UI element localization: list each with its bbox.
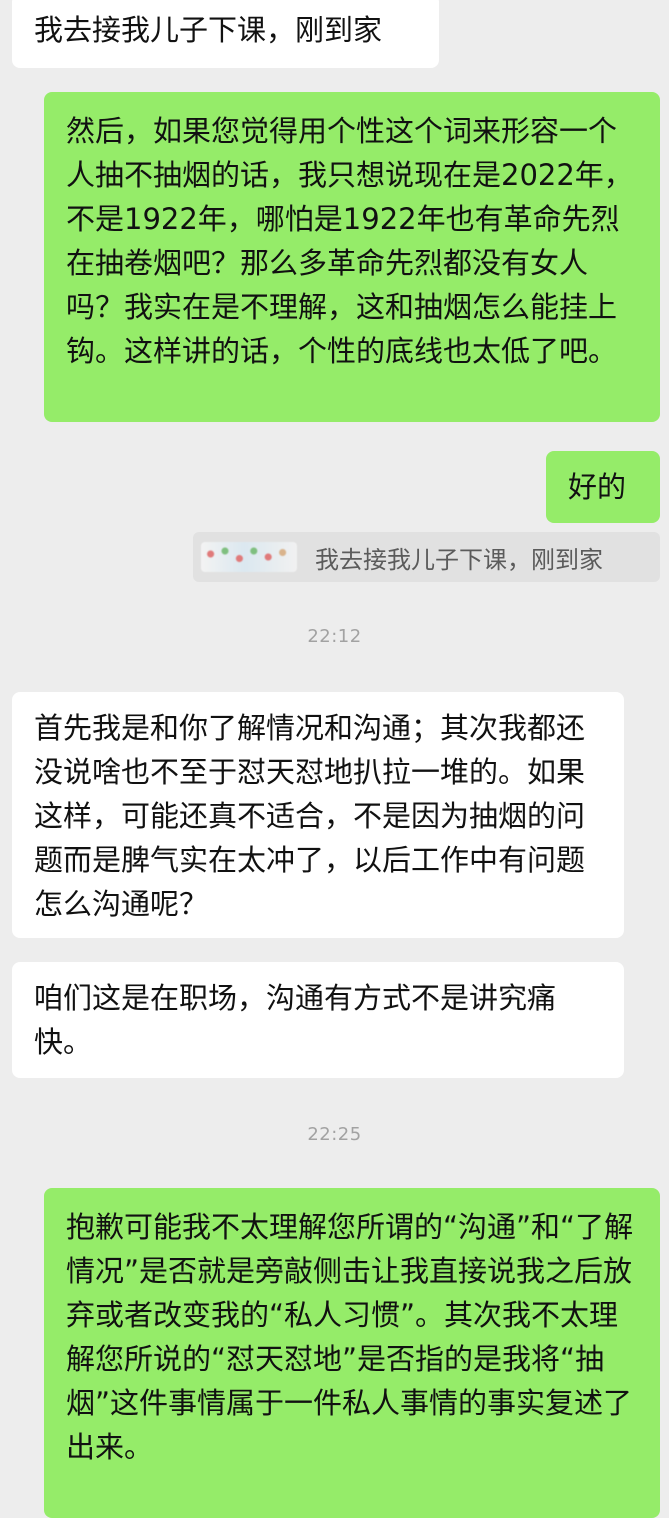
quoted-message[interactable]: 我去接我儿子下课，刚到家	[193, 532, 660, 582]
message-bubble-incoming[interactable]: 咱们这是在职场，沟通有方式不是讲究痛快。	[12, 962, 624, 1078]
message-bubble-outgoing[interactable]: 然后，如果您觉得用个性这个词来形容一个人抽不抽烟的话，我只想说现在是2022年，…	[44, 92, 660, 422]
quoted-message-text: 我去接我儿子下课，刚到家	[315, 545, 603, 574]
message-bubble-incoming[interactable]: 我去接我儿子下课，刚到家	[12, 0, 439, 68]
timestamp: 22:25	[307, 1124, 362, 1145]
message-bubble-outgoing[interactable]: 好的	[546, 451, 660, 523]
timestamp: 22:12	[307, 626, 362, 647]
message-bubble-incoming[interactable]: 首先我是和你了解情况和沟通；其次我都还没说啥也不至于怼天怼地扒拉一堆的。如果这样…	[12, 692, 624, 938]
message-bubble-outgoing[interactable]: 抱歉可能我不太理解您所谓的“沟通”和“了解情况”是否就是旁敲侧击让我直接说我之后…	[44, 1188, 660, 1518]
quoted-avatar-thumbnail	[201, 542, 297, 572]
chat-conversation: 我去接我儿子下课，刚到家 然后，如果您觉得用个性这个词来形容一个人抽不抽烟的话，…	[0, 0, 669, 1518]
